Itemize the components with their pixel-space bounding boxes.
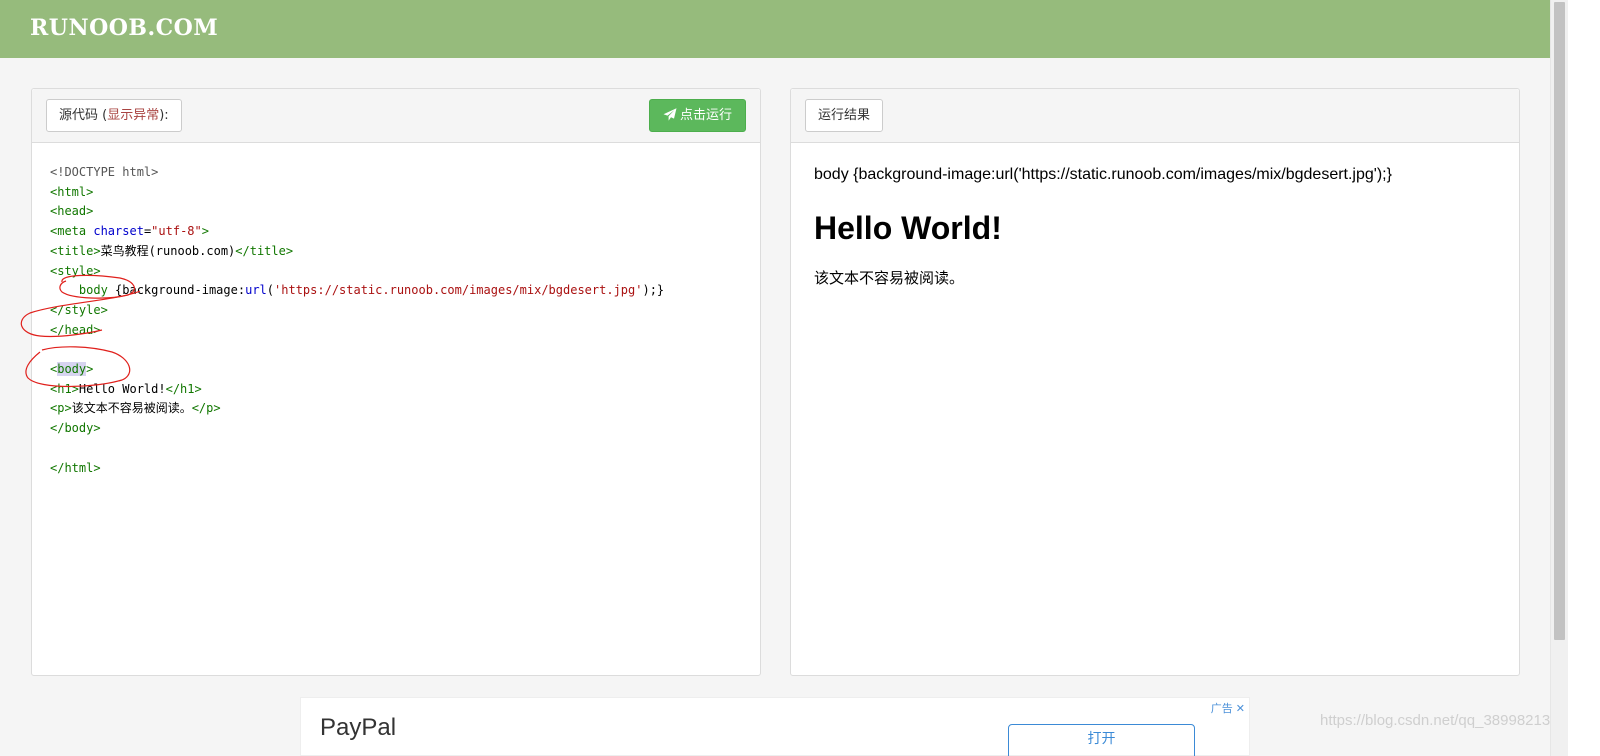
close-icon[interactable]: ✕ xyxy=(1236,702,1245,715)
ad-open-button[interactable]: 打开 xyxy=(1008,724,1195,756)
window-edge xyxy=(1568,0,1600,756)
send-icon xyxy=(663,108,677,121)
code-line: <style> xyxy=(50,263,101,278)
code-editor[interactable]: <!DOCTYPE html> <html> <head> <meta char… xyxy=(50,163,664,478)
code-line: <title>菜鸟教程(runoob.com)</title> xyxy=(50,243,294,258)
code-line: <html> xyxy=(50,184,94,199)
source-code-panel: 源代码 (显示异常): 点击运行 <!DOCTYPE html> <html> … xyxy=(31,88,761,676)
source-label-text: 源代码 ( xyxy=(59,108,108,123)
ad-label: 广告 ✕ xyxy=(1211,700,1245,716)
source-panel-header: 源代码 (显示异常): 点击运行 xyxy=(32,89,760,143)
site-header: RUNOOB.COM xyxy=(0,0,1550,58)
ad-brand: PayPal xyxy=(320,714,397,741)
code-line: <h1>Hello World!</h1> xyxy=(50,381,202,396)
watermark: https://blog.csdn.net/qq_38998213 xyxy=(1320,712,1551,729)
code-line: </head> xyxy=(50,322,101,337)
scrollbar-thumb[interactable] xyxy=(1554,2,1565,640)
code-line: <p>该文本不容易被阅读。</p> xyxy=(50,401,221,416)
result-preview: body {background-image:url('https://stat… xyxy=(814,165,1392,289)
code-line: <head> xyxy=(50,204,94,219)
site-logo[interactable]: RUNOOB.COM xyxy=(30,15,218,41)
result-heading: Hello World! xyxy=(814,210,1002,246)
ad-label-text: 广告 xyxy=(1210,702,1233,715)
run-button-label: 点击运行 xyxy=(679,108,732,123)
advertisement-banner[interactable]: PayPal 广告 ✕ 打开 xyxy=(300,697,1250,756)
show-error-link[interactable]: 显示异常 xyxy=(107,108,159,123)
result-text-line: body {background-image:url('https://stat… xyxy=(814,166,1392,183)
result-label[interactable]: 运行结果 xyxy=(805,99,884,132)
source-label-suffix: ): xyxy=(159,108,169,123)
code-line: </body> xyxy=(50,421,101,436)
code-line: <body> xyxy=(50,362,94,377)
result-paragraph: 该文本不容易被阅读。 xyxy=(814,270,965,287)
code-line: </html> xyxy=(50,460,101,475)
code-line: body {background-image:url('https://stat… xyxy=(78,283,665,298)
result-panel: 运行结果 body {background-image:url('https:/… xyxy=(790,88,1520,676)
vertical-scrollbar[interactable] xyxy=(1550,0,1568,756)
result-panel-header: 运行结果 xyxy=(791,89,1519,143)
code-line: <meta charset="utf-8"> xyxy=(50,224,209,239)
run-button[interactable]: 点击运行 xyxy=(649,99,746,132)
code-line: <!DOCTYPE html> xyxy=(50,165,159,179)
code-line: </style> xyxy=(50,302,108,317)
source-code-label[interactable]: 源代码 (显示异常): xyxy=(46,99,182,132)
